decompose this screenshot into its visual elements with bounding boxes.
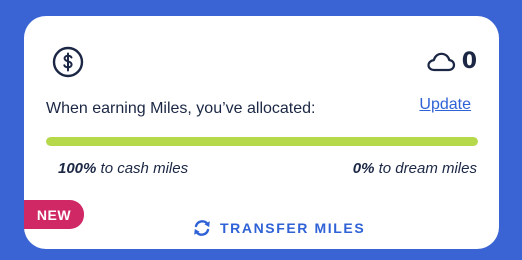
dream-miles-indicator: 0 [426,50,477,74]
dream-miles-count: 0 [461,49,477,74]
cash-miles-allocation: 100% to cash miles [58,160,188,177]
dream-miles-label: to dream miles [374,160,477,177]
swap-arrows-icon [194,220,210,236]
transfer-miles-label: TRANSFER MILES [220,220,366,236]
allocation-progress-bar [46,137,478,146]
cloud-icon [427,52,455,72]
dream-miles-percent: 0% [352,160,375,177]
allocation-card: 0 When earning Miles, you’ve allocated: … [24,16,499,249]
dream-miles-allocation: 0% to dream miles [353,160,477,177]
allocation-prompt: When earning Miles, you’ve allocated: [46,100,316,117]
allocation-progress-fill [46,137,478,146]
cash-miles-percent: 100% [58,160,97,177]
dollar-circle-icon [52,46,84,78]
transfer-miles-button[interactable]: TRANSFER MILES [192,218,365,238]
new-badge: NEW [24,200,84,229]
update-link[interactable]: Update [419,96,471,114]
cash-miles-label: to cash miles [96,160,189,177]
